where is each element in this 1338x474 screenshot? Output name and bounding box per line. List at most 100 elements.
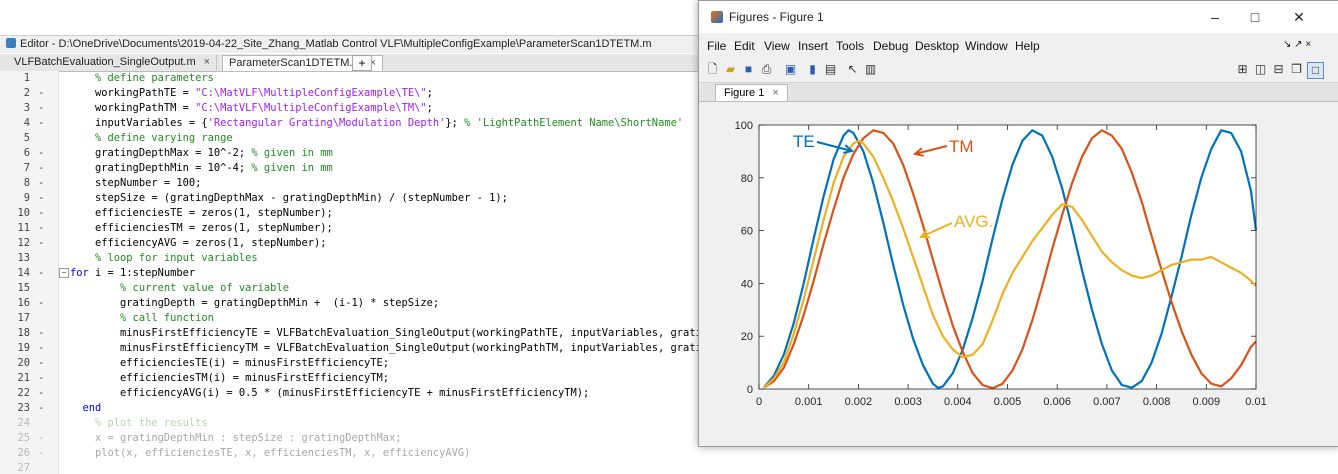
- breakpoint-marker[interactable]: -: [38, 161, 44, 176]
- maximize-button[interactable]: □: [1235, 1, 1275, 33]
- breakpoint-marker[interactable]: -: [38, 296, 44, 311]
- code-token: efficienciesTE = zeros(1, stepNumber);: [70, 207, 333, 219]
- code-line[interactable]: 26- plot(x, efficienciesTE, x, efficienc…: [0, 446, 705, 461]
- code-line[interactable]: 9- stepSize = (gratingDepthMax - grating…: [0, 191, 705, 206]
- code-line[interactable]: 7- gratingDepthMin = 10^-4; % given in m…: [0, 161, 705, 176]
- code-line[interactable]: 23- end: [0, 401, 705, 416]
- code-line[interactable]: 10- efficienciesTE = zeros(1, stepNumber…: [0, 206, 705, 221]
- menu-desktop[interactable]: Desktop: [915, 39, 959, 53]
- x-tick-label: 0.009: [1193, 396, 1221, 408]
- property-editor-icon[interactable]: ▥: [863, 62, 878, 77]
- fold-toggle-icon[interactable]: −: [59, 268, 69, 278]
- pointer-icon[interactable]: ↖: [845, 62, 860, 77]
- breakpoint-marker[interactable]: -: [38, 221, 44, 236]
- code-line[interactable]: 24 % plot the results: [0, 416, 705, 431]
- menu-view[interactable]: View: [764, 39, 790, 53]
- tile-grid-icon[interactable]: ⊞: [1235, 62, 1250, 77]
- menu-file[interactable]: File: [707, 39, 726, 53]
- editor-title: Editor - D:\OneDrive\Documents\2019-04-2…: [20, 38, 652, 50]
- breakpoint-marker[interactable]: -: [38, 176, 44, 191]
- code-line[interactable]: 4- inputVariables = {'Rectangular Gratin…: [0, 116, 705, 131]
- breakpoint-marker[interactable]: -: [38, 116, 44, 131]
- code-line[interactable]: 12- efficiencyAVG = zeros(1, stepNumber)…: [0, 236, 705, 251]
- line-number: 8: [23, 177, 30, 189]
- breakpoint-marker[interactable]: -: [38, 206, 44, 221]
- y-tick-label: 60: [741, 226, 753, 238]
- code-line[interactable]: 19- minusFirstEfficiencyTM = VLFBatchEva…: [0, 341, 705, 356]
- code-line[interactable]: 20- efficienciesTE(i) = minusFirstEffici…: [0, 356, 705, 371]
- figure-title-bar[interactable]: Figures - Figure 1 – □ ✕: [699, 1, 1338, 33]
- breakpoint-marker[interactable]: -: [38, 446, 44, 461]
- menu-tools[interactable]: Tools: [836, 39, 864, 53]
- code-text: efficiencyAVG(i) = 0.5 * (minusFirstEffi…: [70, 386, 589, 401]
- code-line[interactable]: 15 % current value of variable: [0, 281, 705, 296]
- breakpoint-marker[interactable]: -: [38, 191, 44, 206]
- editor-title-bar: Editor - D:\OneDrive\Documents\2019-04-2…: [0, 36, 705, 53]
- open-file-icon[interactable]: ▰: [723, 62, 738, 77]
- code-keyword: for: [70, 267, 89, 279]
- code-line[interactable]: 3- workingPathTM = "C:\MatVLF\MultipleCo…: [0, 101, 705, 116]
- code-line[interactable]: 1 % define parameters: [0, 71, 705, 86]
- new-figure-icon[interactable]: 🗋: [705, 62, 720, 77]
- menu-window[interactable]: Window: [965, 39, 1008, 53]
- breakpoint-marker[interactable]: -: [38, 101, 44, 116]
- breakpoint-marker[interactable]: -: [38, 356, 44, 371]
- new-tab-button[interactable]: +: [352, 55, 372, 71]
- code-line[interactable]: 27: [0, 461, 705, 474]
- split-vertical-icon[interactable]: ◫: [1253, 62, 1268, 77]
- code-line[interactable]: 22- efficiencyAVG(i) = 0.5 * (minusFirst…: [0, 386, 705, 401]
- breakpoint-marker[interactable]: -: [38, 401, 44, 416]
- code-line[interactable]: 2- workingPathTE = "C:\MatVLF\MultipleCo…: [0, 86, 705, 101]
- menu-debug[interactable]: Debug: [873, 39, 908, 53]
- code-area[interactable]: 1 % define parameters 2- workingPathTE = …: [0, 71, 705, 474]
- breakpoint-marker[interactable]: -: [38, 431, 44, 446]
- tab-vlfbatchevaluation[interactable]: VLFBatchEvaluation_SingleOutput.m ×: [8, 55, 218, 70]
- code-line[interactable]: 6- gratingDepthMax = 10^-2; % given in m…: [0, 146, 705, 161]
- code-line[interactable]: 18- minusFirstEfficiencyTE = VLFBatchEva…: [0, 326, 705, 341]
- code-line[interactable]: 5 % define varying range: [0, 131, 705, 146]
- code-line[interactable]: 13 % loop for input variables: [0, 251, 705, 266]
- line-number: 22: [17, 387, 30, 399]
- code-text: gratingDepthMax = 10^-2; % given in mm: [70, 146, 333, 161]
- breakpoint-marker[interactable]: -: [38, 86, 44, 101]
- code-line[interactable]: 14- − for i = 1:stepNumber: [0, 266, 705, 281]
- breakpoint-marker[interactable]: -: [38, 236, 44, 251]
- undock-controls[interactable]: ↘ ↗ ×: [1283, 39, 1311, 50]
- code-token: efficiencyAVG(i) = 0.5 * (minusFirstEffi…: [70, 387, 590, 399]
- code-text: % call function: [70, 311, 214, 326]
- split-horizontal-icon[interactable]: ⊟: [1271, 62, 1286, 77]
- close-icon[interactable]: ×: [772, 87, 778, 99]
- menu-help[interactable]: Help: [1015, 39, 1040, 53]
- float-icon[interactable]: ❐: [1289, 62, 1304, 77]
- breakpoint-marker[interactable]: -: [38, 341, 44, 356]
- code-line[interactable]: 16- gratingDepth = gratingDepthMin + (i-…: [0, 296, 705, 311]
- legend-icon[interactable]: ▤: [823, 62, 838, 77]
- code-string: 'Rectangular Grating\Modulation Depth': [207, 117, 446, 129]
- print-icon[interactable]: ⎙: [759, 62, 774, 77]
- link-plot-icon[interactable]: ▣: [783, 62, 798, 77]
- code-line[interactable]: 17 % call function: [0, 311, 705, 326]
- breakpoint-marker[interactable]: -: [38, 146, 44, 161]
- code-line[interactable]: 25- x = gratingDepthMin : stepSize : gra…: [0, 431, 705, 446]
- tab-figure-1[interactable]: Figure 1 ×: [715, 84, 788, 101]
- line-chart[interactable]: 0 0.001 0.002 0.003 0.004 0.005 0.006 0.007 0.00…: [699, 102, 1338, 446]
- save-icon[interactable]: ■: [741, 62, 756, 77]
- code-string: "C:\MatVLF\MultipleConfigExample\TM\": [195, 102, 427, 114]
- x-tick-label: 0.01: [1245, 396, 1266, 408]
- minimize-button[interactable]: –: [1195, 1, 1235, 33]
- breakpoint-marker[interactable]: -: [38, 266, 44, 281]
- close-icon[interactable]: ×: [204, 56, 210, 68]
- maximize-tile-icon[interactable]: □: [1307, 62, 1324, 79]
- line-number: 27: [17, 462, 30, 474]
- close-button[interactable]: ✕: [1279, 1, 1319, 33]
- code-line[interactable]: 11- efficienciesTM = zeros(1, stepNumber…: [0, 221, 705, 236]
- code-text: efficienciesTE(i) = minusFirstEfficiency…: [70, 356, 389, 371]
- colorbar-icon[interactable]: ▮: [805, 62, 820, 77]
- menu-edit[interactable]: Edit: [734, 39, 755, 53]
- code-line[interactable]: 21- efficienciesTM(i) = minusFirstEffici…: [0, 371, 705, 386]
- menu-insert[interactable]: Insert: [798, 39, 828, 53]
- breakpoint-marker[interactable]: -: [38, 371, 44, 386]
- breakpoint-marker[interactable]: -: [38, 386, 44, 401]
- code-line[interactable]: 8- stepNumber = 100;: [0, 176, 705, 191]
- breakpoint-marker[interactable]: -: [38, 326, 44, 341]
